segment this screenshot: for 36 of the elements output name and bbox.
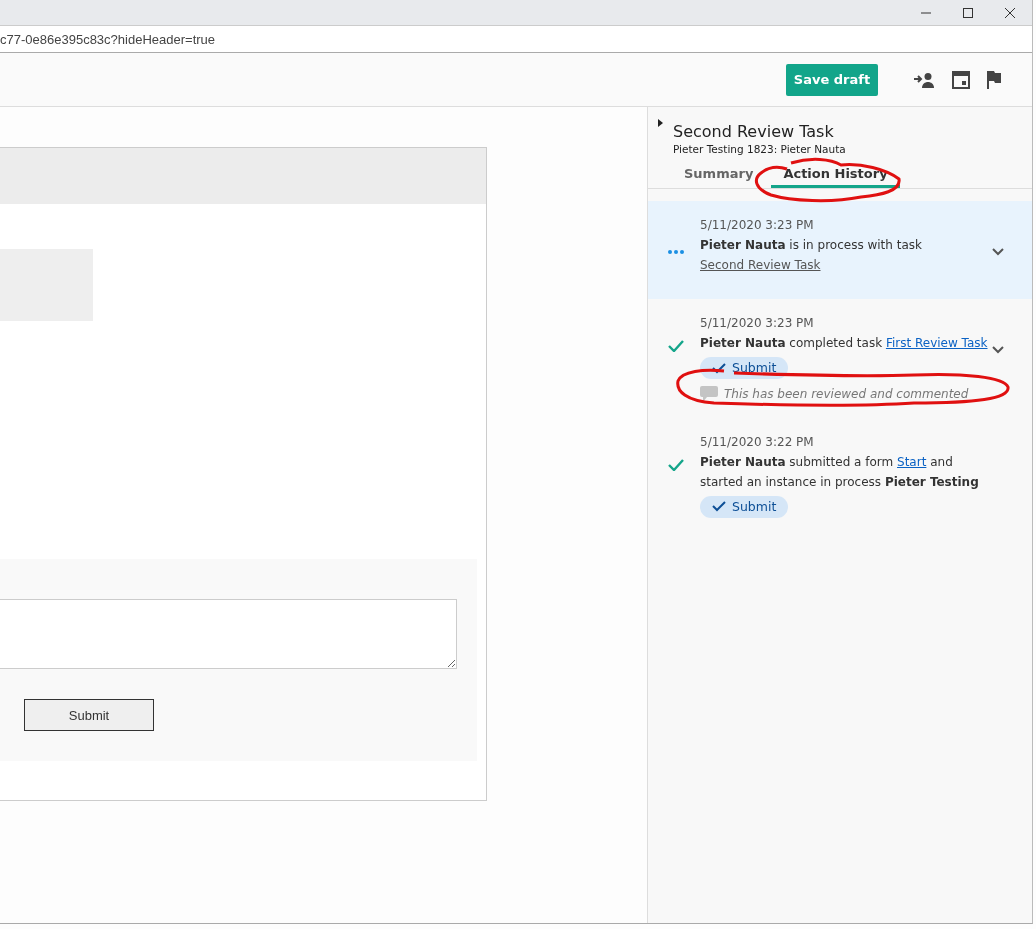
action-tag: Submit [700,495,789,518]
task-subtitle: Pieter Testing 1823: Pieter Nauta [673,143,846,155]
checkmark-icon [668,458,684,471]
history-entry[interactable]: 5/11/2020 3:23 PM Pieter Nauta is in process with task Second Review Task [648,201,1032,299]
submit-button[interactable]: Submit [24,699,154,731]
task-link[interactable]: Start [897,454,927,469]
flag-icon[interactable] [986,70,1002,89]
calendar-icon[interactable] [952,70,970,89]
history-message: Pieter Nauta completed task First Review Task [700,335,989,352]
url-text: c77-0e86e395c83c?hideHeader=true [0,31,216,47]
timestamp: 5/11/2020 3:22 PM [700,433,815,451]
close-icon[interactable] [1004,6,1016,19]
tab[interactable]: Action History [771,161,900,188]
checkmark-icon [712,362,726,374]
task-link[interactable]: Second Review Task [700,258,821,272]
history-entry[interactable]: 5/11/2020 3:23 PM Pieter Nauta completed task First Review Task Submit This has been reviewed and commented [648,299,1032,418]
timestamp: 5/11/2020 3:23 PM [700,315,815,332]
chevron-down-icon[interactable] [992,346,1004,354]
expand-arrow-icon[interactable] [658,119,663,127]
add-person-icon[interactable] [914,71,936,88]
chevron-down-icon[interactable] [992,248,1004,256]
tab[interactable]: Summary [678,161,760,188]
comment-icon [700,385,718,402]
task-link[interactable]: First Review Task [885,336,988,350]
comment-text: This has been reviewed and commented [724,385,969,403]
history-message: Pieter Nauta is in process with task Second Review Task [700,237,923,274]
comment-field[interactable] [0,599,457,669]
maximize-icon[interactable] [962,6,974,19]
timestamp: 5/11/2020 3:23 PM [700,217,815,234]
address-bar[interactable]: c77-0e86e395c83c?hideHeader=true [0,25,1032,53]
history-entry[interactable]: 5/11/2020 3:22 PM Pieter Nauta submitted a form Start and started an instance in process Pieter Testing Submit [648,417,1032,532]
checkmark-icon [712,501,726,512]
checkmark-icon [668,340,684,352]
task-title: Second Review Task [673,122,835,141]
in-progress-icon [668,250,684,254]
history-message: Pieter Nauta submitted a form Start and started an instance in process Pieter Testing [700,453,980,491]
